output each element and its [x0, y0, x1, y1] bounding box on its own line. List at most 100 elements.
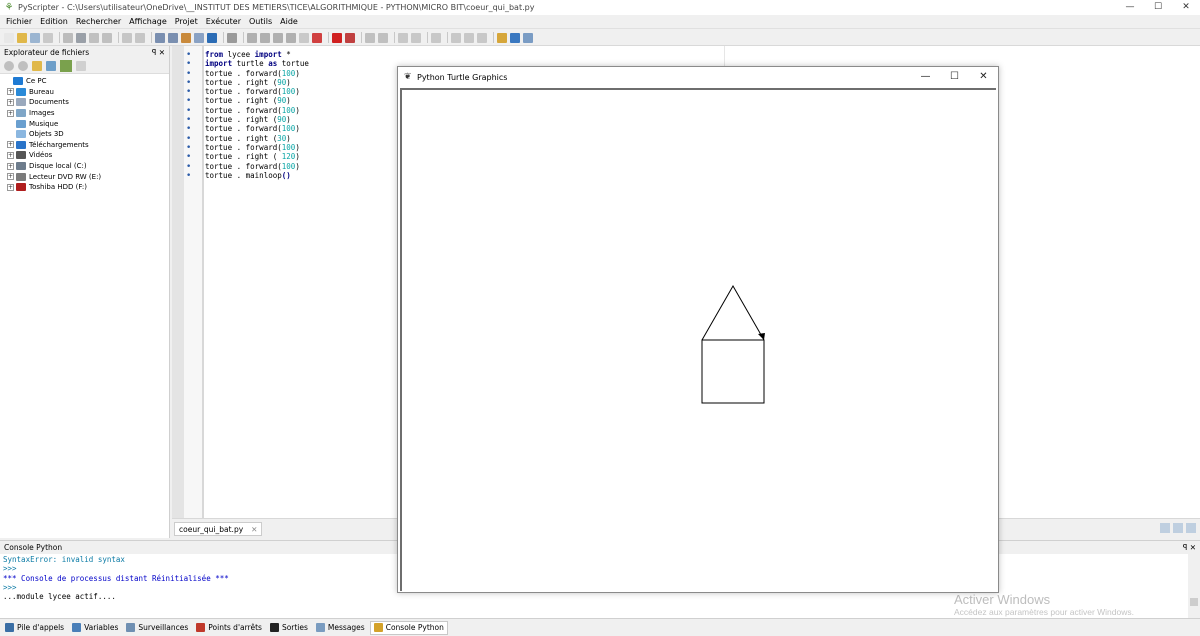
- bottom-tab[interactable]: Sorties: [267, 621, 311, 635]
- close-tab-icon[interactable]: ✕: [251, 525, 257, 534]
- scrollbar-thumb[interactable]: [1190, 598, 1198, 606]
- new-folder-icon[interactable]: [76, 60, 86, 71]
- panel-pin-close-icon[interactable]: ꟼ ✕: [152, 48, 165, 57]
- tree-item[interactable]: + Bureau: [4, 87, 169, 98]
- back-icon[interactable]: [4, 60, 14, 71]
- tree-item[interactable]: + Images: [4, 108, 169, 119]
- filter-icon[interactable]: [60, 59, 72, 72]
- tree-item[interactable]: + Disque local (C:): [4, 161, 169, 172]
- menu-item-3[interactable]: Affichage: [129, 17, 167, 26]
- tree-item-label: Objets 3D: [29, 130, 64, 139]
- expand-icon[interactable]: +: [7, 109, 14, 117]
- code-text[interactable]: from lycee import * import turtle as tort…: [205, 50, 309, 180]
- view-options-icon[interactable]: [46, 60, 56, 71]
- expand-icon[interactable]: +: [7, 173, 14, 181]
- tree-item[interactable]: + Toshiba HDD (F:): [4, 182, 169, 193]
- close-button[interactable]: ✕: [1172, 0, 1200, 15]
- console-title: Console Python: [4, 542, 63, 552]
- toolbar-button-icon[interactable]: [17, 32, 27, 43]
- bottom-tab[interactable]: Points d'arrêts: [193, 621, 265, 635]
- toolbar-button-icon[interactable]: [227, 32, 237, 43]
- forward-icon[interactable]: [18, 60, 28, 71]
- toolbar-button-icon[interactable]: [168, 32, 178, 43]
- toolbar-button-icon[interactable]: [477, 32, 487, 43]
- toolbar-button-icon[interactable]: [122, 32, 132, 43]
- toolbar-button-icon[interactable]: [247, 32, 257, 43]
- toolbar-button-icon[interactable]: [4, 32, 14, 43]
- bottom-tab[interactable]: Pile d'appels: [2, 621, 67, 635]
- folder-up-icon[interactable]: [32, 60, 42, 71]
- toolbar-button-icon[interactable]: [299, 32, 309, 43]
- bottom-tab[interactable]: Console Python: [369, 620, 448, 635]
- toolbar-button-icon[interactable]: [194, 32, 204, 43]
- expand-icon[interactable]: +: [7, 98, 14, 106]
- toolbar-button-icon[interactable]: [451, 32, 461, 43]
- toolbar-button-icon[interactable]: [365, 32, 375, 43]
- bottom-tab[interactable]: Surveillances: [123, 621, 191, 635]
- toolbar-button-icon[interactable]: [76, 32, 86, 43]
- toolbar-button-icon[interactable]: [398, 32, 408, 43]
- code-line: tortue . forward(100): [205, 161, 300, 171]
- tree-item[interactable]: Musique: [4, 118, 169, 129]
- toolbar-button-icon[interactable]: [30, 32, 40, 43]
- tree-item[interactable]: + Documents: [4, 97, 169, 108]
- split-icon[interactable]: [1173, 523, 1183, 533]
- tree-item[interactable]: Objets 3D: [4, 129, 169, 140]
- toolbar-button-icon[interactable]: [260, 32, 270, 43]
- toolbar-button-icon[interactable]: [273, 32, 283, 43]
- maximize-button[interactable]: ☐: [1144, 0, 1172, 15]
- turtle-canvas[interactable]: [400, 88, 996, 591]
- menu-item-7[interactable]: Aide: [280, 17, 298, 26]
- minimize-button[interactable]: —: [1116, 0, 1144, 15]
- toolbar-button-icon[interactable]: [431, 32, 441, 43]
- app-title-bar: ⚘ PyScripter - C:\Users\utilisateur\OneD…: [0, 0, 1200, 15]
- tree-item[interactable]: + Téléchargements: [4, 140, 169, 151]
- tree-item[interactable]: + Vidéos: [4, 150, 169, 161]
- tab-icon: [373, 623, 383, 632]
- toolbar-button-icon[interactable]: [63, 32, 73, 43]
- panel-pin-close-icon[interactable]: ꟼ ✕: [1183, 543, 1196, 552]
- toolbar-button-icon[interactable]: [510, 32, 520, 43]
- toolbar-button-icon[interactable]: [345, 32, 355, 43]
- toolbar-button-icon[interactable]: [43, 32, 53, 43]
- breakpoint-markers: • • • • • • • • • • • • • •: [186, 50, 191, 181]
- line-marker-icon[interactable]: •: [186, 171, 191, 181]
- toolbar-button-icon[interactable]: [378, 32, 388, 43]
- menu-item-6[interactable]: Outils: [249, 17, 272, 26]
- menu-item-0[interactable]: Fichier: [6, 17, 32, 26]
- toolbar-button-icon[interactable]: [181, 32, 191, 43]
- menu-item-2[interactable]: Rechercher: [76, 17, 121, 26]
- layout-icon[interactable]: [1160, 523, 1170, 533]
- turtle-maximize-button[interactable]: ☐: [940, 67, 969, 87]
- expand-icon[interactable]: +: [7, 183, 14, 191]
- toolbar-button-icon[interactable]: [312, 32, 322, 43]
- toolbar-button-icon[interactable]: [89, 32, 99, 43]
- menu-item-1[interactable]: Edition: [40, 17, 68, 26]
- expand-icon[interactable]: +: [7, 88, 14, 96]
- toolbar-button-icon[interactable]: [464, 32, 474, 43]
- expand-icon[interactable]: +: [7, 141, 14, 149]
- bottom-tab[interactable]: Messages: [313, 621, 368, 635]
- toolbar-button-icon[interactable]: [286, 32, 296, 43]
- menu-item-4[interactable]: Projet: [175, 17, 198, 26]
- expand-icon[interactable]: +: [7, 162, 14, 170]
- console-scrollbar[interactable]: [1188, 554, 1200, 618]
- toolbar-button-icon[interactable]: [497, 32, 507, 43]
- editor-layout-controls: [1157, 523, 1196, 533]
- toolbar-button-icon[interactable]: [155, 32, 165, 43]
- window-list-icon[interactable]: [1186, 523, 1196, 533]
- toolbar-button-icon[interactable]: [135, 32, 145, 43]
- bottom-tab[interactable]: Variables: [69, 621, 121, 635]
- toolbar-button-icon[interactable]: [411, 32, 421, 43]
- toolbar-button-icon[interactable]: [332, 32, 342, 43]
- expand-icon[interactable]: +: [7, 151, 14, 159]
- toolbar-button-icon[interactable]: [207, 32, 217, 43]
- tree-item[interactable]: + Lecteur DVD RW (E:): [4, 171, 169, 182]
- menu-item-5[interactable]: Exécuter: [206, 17, 241, 26]
- editor-tab-coeur-qui-bat[interactable]: coeur_qui_bat.py ✕: [174, 522, 263, 536]
- turtle-close-button[interactable]: ✕: [969, 67, 998, 87]
- toolbar-button-icon[interactable]: [523, 32, 533, 43]
- tree-item[interactable]: Ce PC: [4, 76, 169, 87]
- turtle-minimize-button[interactable]: —: [911, 67, 940, 87]
- toolbar-button-icon[interactable]: [102, 32, 112, 43]
